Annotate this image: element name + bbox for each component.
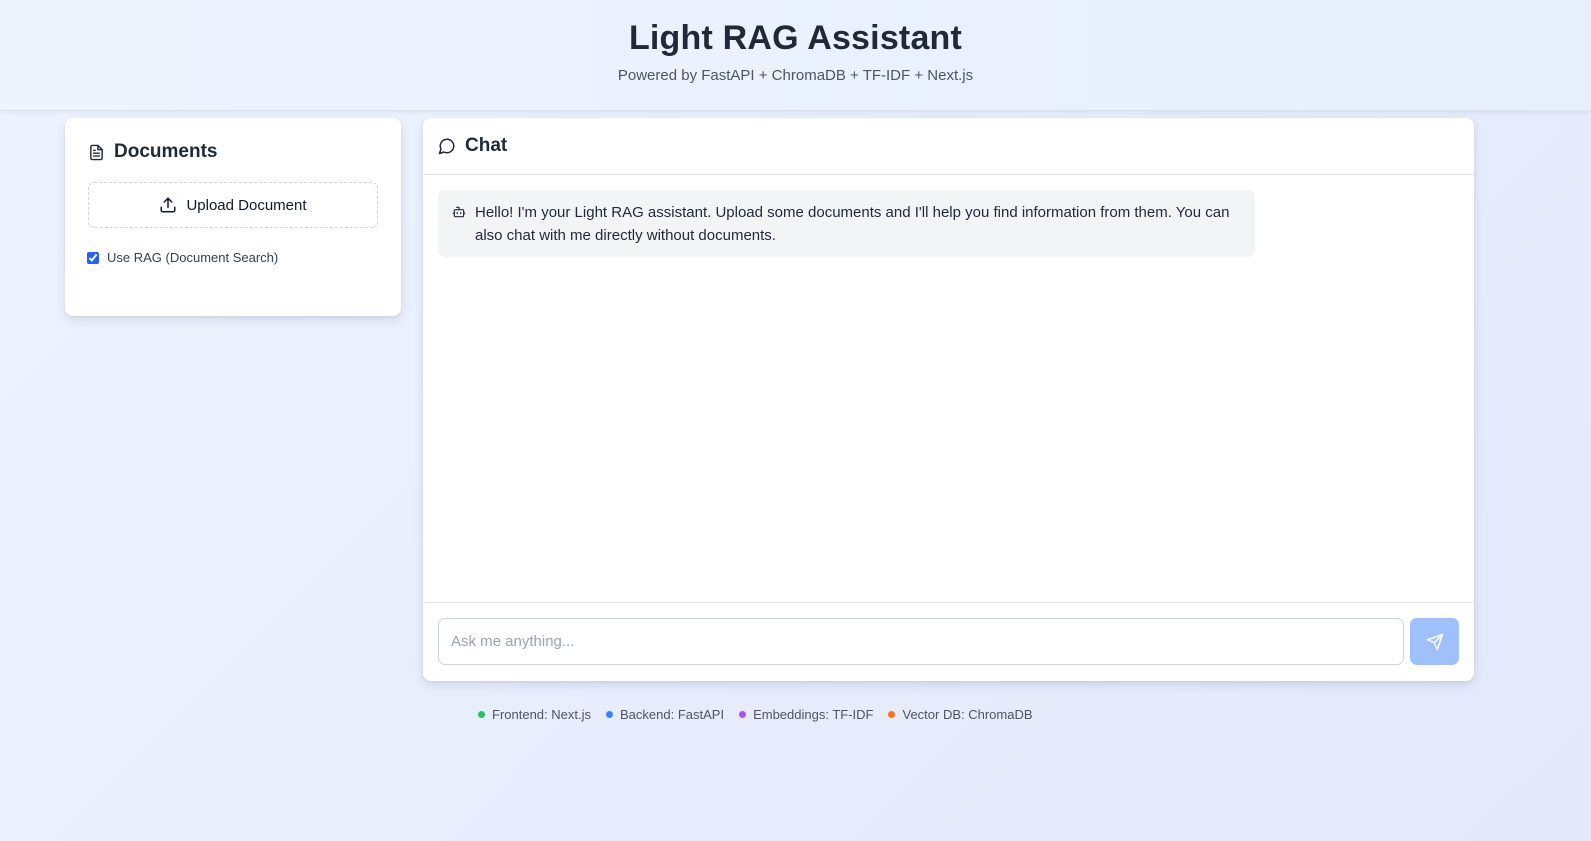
- upload-icon: [159, 196, 177, 214]
- bot-icon: [452, 205, 466, 219]
- page-title: Light RAG Assistant: [628, 19, 963, 57]
- send-button[interactable]: [1410, 618, 1459, 665]
- assistant-message-text: Hello! I'm your Light RAG assistant. Upl…: [475, 204, 1230, 244]
- assistant-message: Hello! I'm your Light RAG assistant. Upl…: [438, 190, 1255, 257]
- use-rag-checkbox[interactable]: [87, 251, 99, 264]
- message-circle-icon: [438, 137, 456, 155]
- stack-item-label: Embeddings: TF-IDF: [753, 707, 874, 722]
- message-list: Hello! I'm your Light RAG assistant. Upl…: [423, 175, 1474, 602]
- chat-composer: [423, 602, 1474, 681]
- status-dot: [888, 711, 896, 718]
- tech-stack-list: Frontend: Next.js Backend: FastAPI Embed…: [478, 707, 1033, 722]
- status-dot: [606, 711, 613, 718]
- send-icon: [1426, 633, 1444, 651]
- chat-header: Chat: [423, 118, 1474, 175]
- stack-item-vector-db: Vector DB: ChromaDB: [888, 707, 1033, 722]
- stack-item-label: Backend: FastAPI: [620, 707, 725, 722]
- use-rag-option[interactable]: Use RAG (Document Search): [87, 250, 278, 265]
- status-dot: [478, 711, 485, 718]
- stack-item-embeddings: Embeddings: TF-IDF: [739, 707, 873, 722]
- stack-item-frontend: Frontend: Next.js: [478, 707, 591, 722]
- documents-panel: Documents Upload Document Use RAG (Docum…: [65, 118, 401, 316]
- chat-panel: Chat Hello! I'm your Light RAG assistant…: [423, 118, 1474, 681]
- documents-title: Documents: [114, 141, 218, 162]
- stack-item-backend: Backend: FastAPI: [606, 707, 724, 722]
- documents-header: Documents: [88, 141, 217, 163]
- status-dot: [739, 711, 747, 718]
- app-header: Light RAG Assistant Powered by FastAPI +…: [0, 0, 1591, 111]
- upload-document-label: Upload Document: [186, 196, 307, 214]
- chat-input[interactable]: [438, 618, 1404, 665]
- use-rag-label: Use RAG (Document Search): [107, 250, 279, 265]
- page-subtitle: Powered by FastAPI + ChromaDB + TF-IDF +…: [617, 67, 974, 84]
- chat-title: Chat: [465, 135, 508, 156]
- stack-item-label: Vector DB: ChromaDB: [902, 707, 1033, 722]
- upload-document-button[interactable]: Upload Document: [88, 182, 378, 228]
- file-text-icon: [88, 144, 105, 161]
- stack-item-label: Frontend: Next.js: [492, 707, 591, 722]
